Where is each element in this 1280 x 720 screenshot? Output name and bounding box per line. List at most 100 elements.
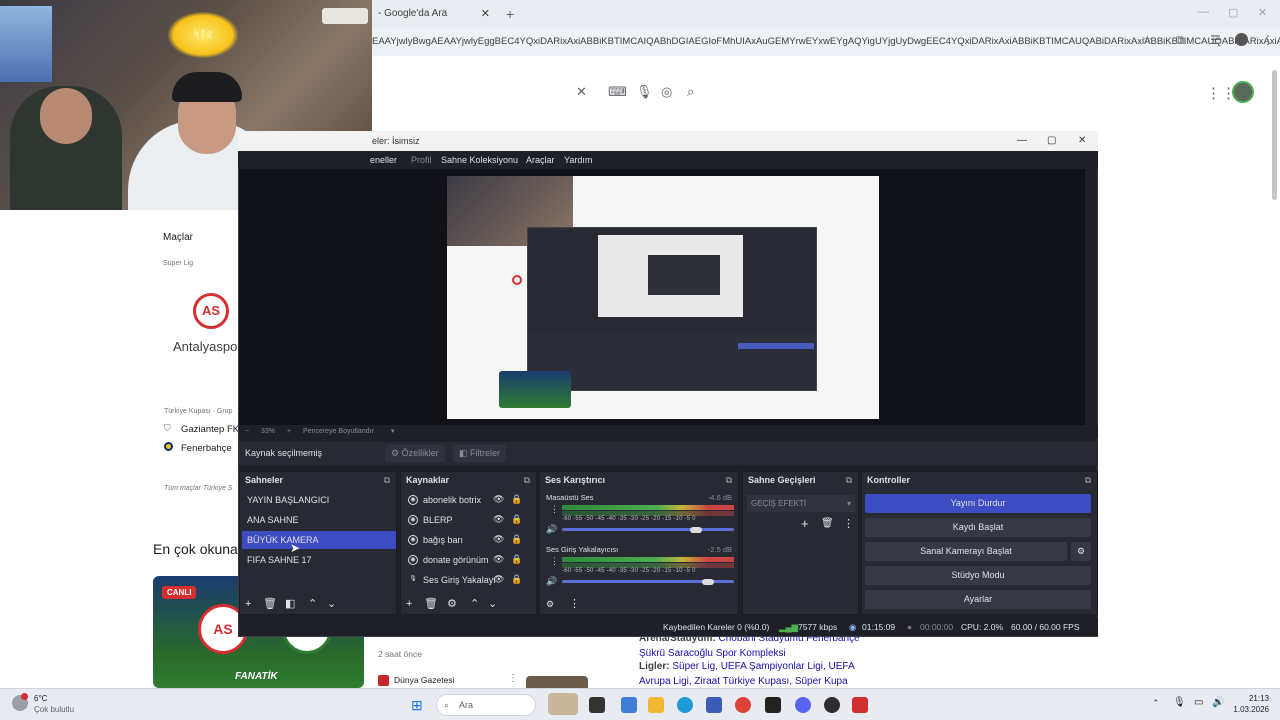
remove-transition-icon[interactable]: 🗑: [821, 518, 834, 529]
new-tab-button[interactable]: +: [506, 6, 514, 22]
start-virtual-camera-button[interactable]: Sanal Kamerayı Başlat: [865, 542, 1067, 561]
obs-icon[interactable]: [824, 697, 840, 713]
menu-tools[interactable]: Araçlar: [526, 151, 555, 169]
eye-icon[interactable]: 👁: [493, 554, 504, 565]
lock-icon[interactable]: 🔒: [511, 574, 522, 585]
extensions-icon[interactable]: ⧉: [1176, 33, 1185, 48]
zoom-out-icon[interactable]: −: [245, 425, 249, 438]
speaker-icon[interactable]: 🔊: [546, 576, 557, 587]
volume-icon[interactable]: 🔊: [1212, 697, 1224, 708]
scrollbar[interactable]: [1272, 70, 1277, 200]
stop-streaming-button[interactable]: Yayını Durdur: [865, 494, 1091, 513]
google-search-box[interactable]: ✕ ⌨ 🎙 ◎ ⌕: [372, 76, 712, 108]
mixer-menu-icon[interactable]: ⋮: [569, 594, 580, 614]
fit-mode[interactable]: Pencereye Boyutlandır: [303, 425, 374, 438]
profile-avatar[interactable]: [1235, 33, 1248, 46]
close-tab-icon[interactable]: ✕: [481, 4, 490, 24]
source-name[interactable]: Dünya Gazetesi: [394, 675, 454, 685]
playlist-icon[interactable]: ☰: [1210, 33, 1221, 47]
more-options-icon[interactable]: ⋮: [508, 673, 518, 684]
lens-icon[interactable]: ◎: [661, 84, 672, 100]
edge-icon[interactable]: [677, 697, 693, 713]
eye-icon[interactable]: 👁: [493, 514, 504, 525]
google-account-avatar[interactable]: [1232, 81, 1254, 103]
microphone-icon[interactable]: 🎙: [1173, 697, 1186, 708]
remove-source-icon[interactable]: 🗑: [424, 594, 438, 614]
dock-menu-icon[interactable]: ⧉: [1085, 472, 1091, 488]
dock-menu-icon[interactable]: ⧉: [726, 472, 732, 488]
scene-item[interactable]: YAYIN BAŞLANGICI: [242, 491, 396, 509]
search-icon[interactable]: ⌕: [687, 84, 694, 100]
add-transition-icon[interactable]: +: [801, 516, 809, 531]
eye-icon[interactable]: 👁: [493, 534, 504, 545]
team-a[interactable]: Gaziantep FK: [181, 424, 239, 435]
virtual-camera-settings-icon[interactable]: ⚙: [1071, 542, 1091, 561]
dock-menu-icon[interactable]: ⧉: [524, 472, 530, 488]
scene-item[interactable]: FIFA SAHNE 17: [242, 551, 396, 569]
store-icon[interactable]: [706, 697, 722, 713]
source-settings-icon[interactable]: ⚙: [447, 594, 457, 614]
close-window-icon[interactable]: ✕: [1258, 6, 1267, 19]
add-source-icon[interactable]: +: [406, 594, 412, 614]
network-icon[interactable]: ▭: [1194, 697, 1203, 708]
obs-maximize-icon[interactable]: ▢: [1047, 131, 1056, 151]
add-scene-icon[interactable]: +: [245, 594, 251, 614]
chrome-icon[interactable]: [735, 697, 751, 713]
move-down-icon[interactable]: ⌄: [488, 594, 497, 614]
file-explorer-icon[interactable]: [648, 697, 664, 713]
volume-slider-handle[interactable]: [690, 527, 702, 533]
studio-mode-button[interactable]: Stüdyo Modu: [865, 566, 1091, 585]
dock-menu-icon[interactable]: ⧉: [384, 472, 390, 488]
properties-button[interactable]: ⚙ Özellikler: [385, 445, 445, 462]
clock-date[interactable]: 1.03.2026: [1226, 705, 1269, 714]
lock-icon[interactable]: 🔒: [511, 494, 522, 505]
advanced-audio-icon[interactable]: ⚙: [546, 594, 554, 614]
transition-select[interactable]: GEÇİŞ EFEKTİ ▾: [747, 495, 855, 512]
all-matches-link[interactable]: Tüm maçlar Türkiye S: [164, 485, 232, 492]
news-image[interactable]: [526, 676, 588, 688]
leagues-value[interactable]: Süper Lig, UEFA Şampiyonlar Ligi, UEFA A…: [639, 661, 854, 687]
lock-icon[interactable]: 🔒: [511, 514, 522, 525]
settings-button[interactable]: Ayarlar: [865, 590, 1091, 609]
move-up-icon[interactable]: ⌃: [308, 594, 317, 614]
lock-icon[interactable]: 🔒: [511, 534, 522, 545]
weather-temp[interactable]: 6°C: [34, 694, 47, 703]
obs-close-icon[interactable]: ✕: [1078, 131, 1086, 151]
clock-time[interactable]: 21:13: [1233, 694, 1269, 703]
volume-slider-handle[interactable]: [702, 579, 714, 585]
channel-menu-icon[interactable]: ⋮: [550, 504, 559, 515]
chevron-down-icon[interactable]: ▾: [391, 425, 395, 438]
task-view-icon[interactable]: [589, 697, 605, 713]
taskbar-search[interactable]: ⌕ Ara: [436, 694, 536, 716]
weather-desc[interactable]: Çok bulutlu: [34, 705, 74, 714]
filters-button[interactable]: ◧ Filtreler: [453, 445, 507, 462]
scene-filter-icon[interactable]: ◧: [285, 594, 295, 614]
menu-icon[interactable]: ⋮: [1262, 33, 1274, 47]
app-icon[interactable]: [852, 697, 868, 713]
app-icon[interactable]: [765, 697, 781, 713]
scene-item[interactable]: ANA SAHNE: [242, 511, 396, 529]
volume-slider[interactable]: [562, 528, 734, 531]
menu-profile[interactable]: Profil: [411, 151, 432, 169]
remove-scene-icon[interactable]: 🗑: [263, 594, 277, 614]
channel-menu-icon[interactable]: ⋮: [550, 556, 559, 567]
browser-tab[interactable]: - Google'da Ara ✕: [372, 4, 498, 26]
clear-icon[interactable]: ✕: [576, 84, 587, 100]
menu-scene-collection[interactable]: Sahne Koleksiyonu: [441, 151, 518, 169]
maximize-icon[interactable]: ▢: [1228, 6, 1238, 19]
star-icon[interactable]: ☆: [1142, 33, 1153, 47]
zoom-in-icon[interactable]: +: [287, 425, 291, 438]
transition-menu-icon[interactable]: ⋮: [843, 517, 854, 530]
eye-icon[interactable]: 👁: [493, 574, 504, 585]
move-up-icon[interactable]: ⌃: [470, 594, 479, 614]
menu-help[interactable]: Yardım: [564, 151, 592, 169]
move-down-icon[interactable]: ⌄: [327, 594, 336, 614]
menu-scenes[interactable]: eneller: [370, 151, 397, 169]
chevron-up-icon[interactable]: ⌃: [1152, 698, 1160, 709]
discord-icon[interactable]: [795, 697, 811, 713]
lock-icon[interactable]: 🔒: [511, 554, 522, 565]
start-recording-button[interactable]: Kaydı Başlat: [865, 518, 1091, 537]
keyboard-icon[interactable]: ⌨: [608, 84, 627, 100]
dock-menu-icon[interactable]: ⧉: [846, 472, 852, 488]
eye-icon[interactable]: 👁: [493, 494, 504, 505]
